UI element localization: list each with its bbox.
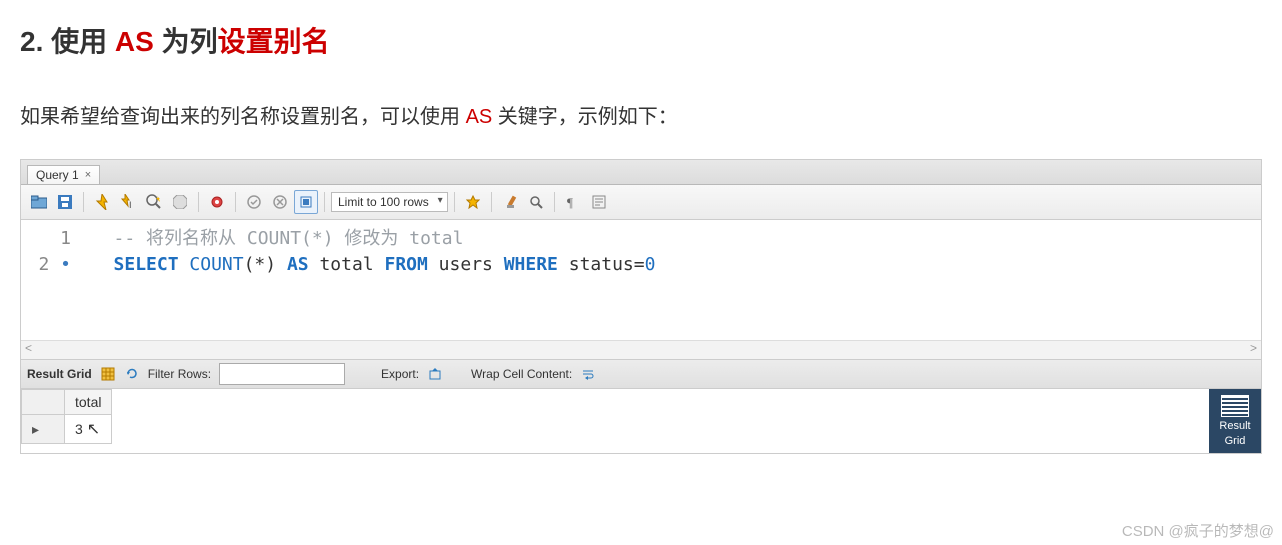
svg-text:¶: ¶: [567, 195, 573, 209]
search-icon[interactable]: [524, 190, 548, 214]
refresh-icon[interactable]: [124, 366, 140, 382]
wrap-label: Wrap Cell Content:: [471, 367, 572, 381]
stop-icon[interactable]: [168, 190, 192, 214]
heading-keyword: AS: [115, 26, 154, 57]
filter-label: Filter Rows:: [148, 367, 211, 381]
column-header[interactable]: total: [65, 390, 112, 415]
execute-cursor-icon[interactable]: I: [116, 190, 140, 214]
row-header-blank: [22, 390, 65, 415]
explain-icon[interactable]: [142, 190, 166, 214]
wrap-icon[interactable]: [580, 366, 596, 382]
commit-icon[interactable]: [205, 190, 229, 214]
heading-red2: 设置别名: [218, 26, 330, 57]
separator: [491, 192, 492, 212]
export-label: Export:: [381, 367, 419, 381]
separator: [235, 192, 236, 212]
favorite-icon[interactable]: [461, 190, 485, 214]
heading-pre: 2. 使用: [20, 26, 115, 57]
heading-mid: 为列: [154, 26, 218, 57]
cell[interactable]: 3↖: [65, 415, 112, 444]
autocommit-icon[interactable]: [242, 190, 266, 214]
filter-input[interactable]: [219, 363, 345, 385]
line-number: 1: [21, 226, 71, 252]
table-row[interactable]: ▸3↖: [22, 415, 112, 444]
separator: [324, 192, 325, 212]
save-icon[interactable]: [53, 190, 77, 214]
snippets-icon[interactable]: [587, 190, 611, 214]
line-number: 2 •: [21, 252, 71, 278]
line-gutter: 12 •: [21, 220, 81, 340]
svg-text:I: I: [129, 200, 132, 210]
grid-icon: [1221, 395, 1249, 417]
separator: [554, 192, 555, 212]
sql-editor[interactable]: 12 • -- 将列名称从 COUNT(*) 修改为 total SELECT …: [21, 220, 1261, 340]
query-tab[interactable]: Query 1 ×: [27, 165, 100, 184]
close-icon[interactable]: ×: [85, 169, 91, 181]
export-icon[interactable]: [427, 366, 443, 382]
intro-keyword: AS: [466, 106, 493, 128]
result-area: total▸3↖ Result Grid: [21, 389, 1261, 453]
row-marker[interactable]: ▸: [22, 415, 65, 444]
code-line[interactable]: -- 将列名称从 COUNT(*) 修改为 total: [81, 226, 655, 252]
open-folder-icon[interactable]: [27, 190, 51, 214]
separator: [83, 192, 84, 212]
separator: [198, 192, 199, 212]
intro-post: 关键字，示例如下：: [492, 106, 678, 128]
intro-text: 如果希望给查询出来的列名称设置别名，可以使用 AS 关键字，示例如下：: [20, 100, 1262, 129]
sql-ide-window: Query 1 × I Limit to 100 rows ¶ 12 • -- …: [20, 159, 1262, 454]
tab-label: Query 1: [36, 168, 79, 182]
horizontal-scrollbar[interactable]: [21, 340, 1261, 359]
result-toolbar: Result Grid Filter Rows: Export: Wrap Ce…: [21, 359, 1261, 389]
limit-rows-select[interactable]: Limit to 100 rows: [331, 192, 448, 212]
grid-view-icon[interactable]: [100, 366, 116, 382]
side-label-1: Result: [1219, 420, 1250, 432]
toggle-icon[interactable]: [294, 190, 318, 214]
side-label-2: Grid: [1225, 435, 1246, 447]
watermark: CSDN @疯子的梦想@: [1122, 520, 1274, 541]
tab-bar: Query 1 ×: [21, 160, 1261, 185]
separator: [454, 192, 455, 212]
result-grid-side-tab[interactable]: Result Grid: [1209, 389, 1261, 453]
cursor-icon: ↖: [83, 421, 100, 438]
intro-pre: 如果希望给查询出来的列名称设置别名，可以使用: [20, 106, 466, 128]
section-heading: 2. 使用 AS 为列设置别名: [20, 20, 1262, 60]
code-area[interactable]: -- 将列名称从 COUNT(*) 修改为 total SELECT COUNT…: [81, 220, 655, 340]
result-grid[interactable]: total▸3↖: [21, 389, 112, 444]
beautify-icon[interactable]: [498, 190, 522, 214]
execute-icon[interactable]: [90, 190, 114, 214]
code-line[interactable]: SELECT COUNT(*) AS total FROM users WHER…: [81, 252, 655, 278]
toolbar: I Limit to 100 rows ¶: [21, 185, 1261, 220]
paragraph-icon[interactable]: ¶: [561, 190, 585, 214]
rollback-icon[interactable]: [268, 190, 292, 214]
result-grid-label: Result Grid: [27, 367, 92, 381]
